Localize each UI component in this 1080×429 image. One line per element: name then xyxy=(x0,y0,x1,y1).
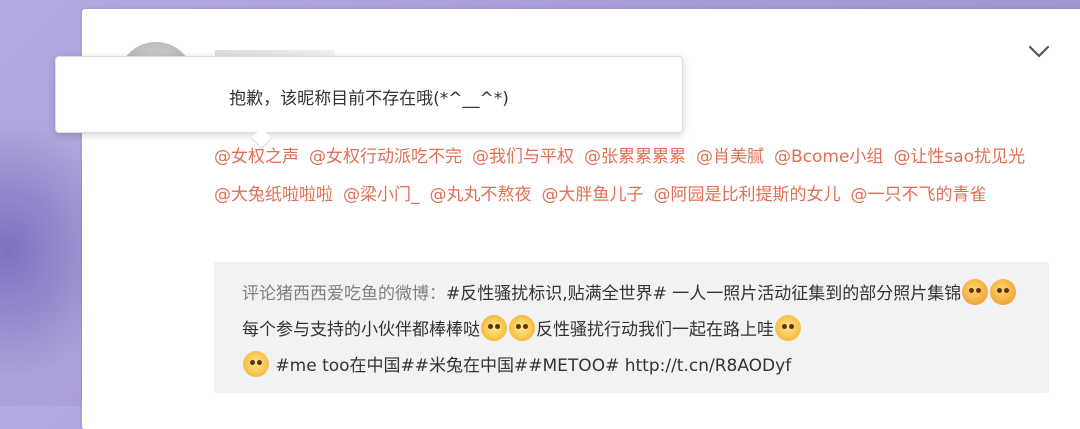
mention-link[interactable]: @大兔纸啦啦啦 xyxy=(214,185,333,205)
mention-link[interactable]: @一只不飞的青雀 xyxy=(851,185,987,205)
repost-text-part: 每个参与支持的小伙伴都棒棒哒 xyxy=(242,320,480,340)
mention-link[interactable]: @丸丸不熬夜 xyxy=(430,185,532,205)
tooltip-message: 抱歉，该昵称目前不存在哦(*^__^*) xyxy=(229,89,509,109)
mention-link[interactable]: @女权之声 xyxy=(214,147,299,167)
nickname-not-found-tooltip: 抱歉，该昵称目前不存在哦(*^__^*) xyxy=(55,56,683,150)
repost-content: 评论猪西西爱吃鱼的微博：#反性骚扰标识,贴满全世界# 一人一照片活动征集到的部分… xyxy=(242,276,1027,384)
mention-link[interactable]: @大胖鱼儿子 xyxy=(542,185,644,205)
short-link[interactable]: http://t.cn/R8AODyf xyxy=(625,356,791,376)
hug-emoji-icon xyxy=(775,315,801,341)
drool-emoji-icon xyxy=(962,279,989,305)
mention-link[interactable]: @我们与平权 xyxy=(472,147,574,167)
sun-emoji-icon xyxy=(509,315,535,341)
reposted-comment-box[interactable]: 评论猪西西爱吃鱼的微博：#反性骚扰标识,贴满全世界# 一人一照片活动征集到的部分… xyxy=(214,262,1049,393)
sun-emoji-icon xyxy=(481,315,507,341)
mention-link[interactable]: @女权行动派吃不完 xyxy=(309,147,462,167)
mention-link[interactable]: @Bcome小组 xyxy=(774,147,883,167)
mention-link[interactable]: @让性sao扰见光 xyxy=(893,147,1025,167)
repost-text-part: #反性骚扰标识,贴满全世界# 一人一照片活动征集到的部分照片集锦 xyxy=(446,284,962,304)
mention-link[interactable]: @张累累累累 xyxy=(584,147,686,167)
repost-hashtags[interactable]: #me too在中国##米兔在中国##METOO# xyxy=(270,356,625,376)
chevron-down-icon[interactable] xyxy=(1026,38,1052,64)
hug-emoji-icon xyxy=(243,351,269,377)
repost-text-part: 反性骚扰行动我们一起在路上哇 xyxy=(536,320,774,340)
repost-source-label[interactable]: 评论猪西西爱吃鱼的微博： xyxy=(242,284,446,304)
mention-link[interactable]: @梁小门_ xyxy=(343,185,420,205)
drool-emoji-icon xyxy=(990,279,1017,305)
mention-list: @女权之声 @女权行动派吃不完 @我们与平权 @张累累累累 @肖美腻 @Bcome小组 @让… xyxy=(214,138,1044,214)
mention-link[interactable]: @阿园是比利提斯的女儿 xyxy=(654,185,841,205)
mention-link[interactable]: @肖美腻 xyxy=(696,147,764,167)
